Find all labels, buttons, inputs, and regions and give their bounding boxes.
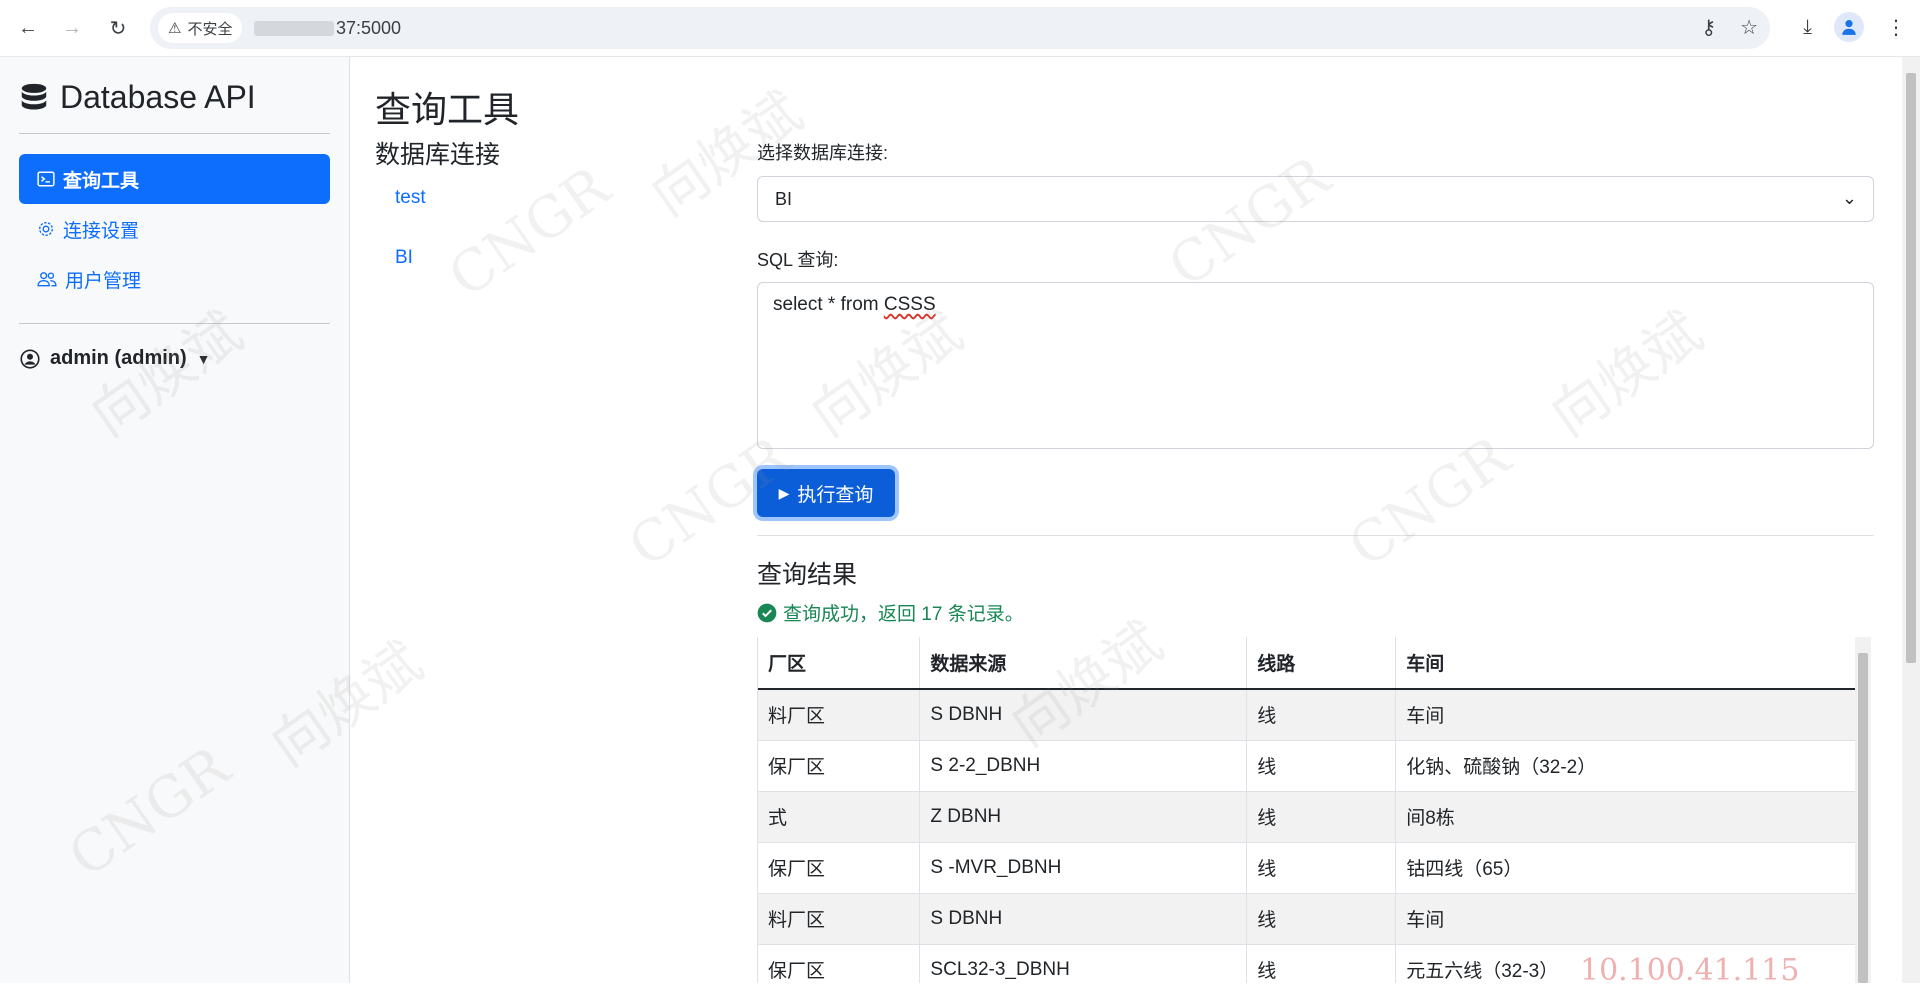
result-title: 查询结果 [757, 561, 858, 589]
table-row: 料厂区 S DBNH 线 车间 [758, 689, 1858, 741]
user-circle-icon [20, 348, 40, 369]
connection-link-test[interactable]: test [395, 187, 426, 209]
security-chip[interactable]: ⚠ 不安全 [158, 13, 243, 43]
page-title: 查询工具 [375, 89, 520, 130]
table-cell: 线 [1246, 893, 1397, 945]
table-header-row: 厂区 数据来源 线路 车间 [758, 637, 1858, 690]
terminal-icon [37, 171, 55, 187]
table-row: 保厂区 S -MVR_DBNH 线 钴四线（65） [758, 842, 1858, 894]
run-query-button[interactable]: ▶ 执行查询 [757, 469, 895, 517]
column-header[interactable]: 数据来源 [919, 637, 1248, 690]
connection-select[interactable]: BI ⌄ [757, 176, 1874, 222]
sql-table-name: CSSS [883, 294, 936, 315]
page-scrollbar[interactable] [1902, 57, 1920, 983]
user-name: admin (admin) [50, 347, 187, 369]
sidebar-item-label: 用户管理 [65, 270, 142, 292]
table-cell: 保厂区 [758, 842, 921, 894]
success-alert: 查询成功，返回 17 条记录。 [757, 599, 1024, 626]
download-icon[interactable]: ⤓ [1803, 16, 1812, 39]
table-row: 保厂区 S 2-2_DBNH 线 化钠、硫酸钠（32-2） [758, 740, 1858, 792]
reload-icon[interactable]: ↻ [104, 14, 132, 42]
chevron-down-icon: ⌄ [1841, 188, 1857, 208]
check-circle-icon [757, 603, 777, 622]
sidebar: Database API 查询工具 连接设置 用户管理 admin (admin… [0, 57, 350, 983]
connections-heading: 数据库连接 [375, 141, 501, 169]
table-cell: 线 [1246, 944, 1397, 983]
table-cell: S -MVR_DBNH [919, 842, 1248, 894]
table-cell: 料厂区 [758, 893, 921, 945]
column-header[interactable]: 车间 [1395, 637, 1858, 690]
person-icon [1842, 20, 1856, 35]
table-cell: 化钠、硫酸钠（32-2） [1395, 740, 1858, 792]
run-query-label: 执行查询 [797, 484, 874, 506]
table-cell: 车间 [1395, 689, 1858, 741]
table-cell: 料厂区 [758, 689, 921, 741]
play-icon: ▶ [778, 484, 790, 501]
success-text: 查询成功，返回 17 条记录。 [783, 604, 1024, 625]
user-menu[interactable]: admin (admin) ▼ [20, 347, 211, 370]
table-cell: S DBNH [919, 893, 1248, 945]
table-cell: 保厂区 [758, 740, 921, 792]
scrollbar-thumb[interactable] [1858, 653, 1868, 983]
table-cell: SCL32-3_DBNH [919, 944, 1248, 983]
table-cell: 保厂区 [758, 944, 921, 983]
scrollbar-thumb[interactable] [1906, 73, 1916, 663]
connection-link-bi[interactable]: BI [395, 247, 413, 269]
sidebar-item-query-tool[interactable]: 查询工具 [19, 154, 330, 204]
address-bar[interactable]: ⚠ 不安全 37:5000 ⚷ ☆ [150, 7, 1770, 49]
table-cell: 车间 [1395, 893, 1858, 945]
column-header[interactable]: 厂区 [758, 637, 921, 690]
table-cell: 钴四线（65） [1395, 842, 1858, 894]
divider [19, 323, 330, 324]
gear-icon [39, 222, 53, 236]
sql-label: SQL 查询: [757, 250, 839, 270]
table-cell: Z DBNH [919, 791, 1248, 843]
table-cell: 线 [1246, 791, 1397, 843]
caret-down-icon: ▼ [196, 350, 211, 367]
results-table[interactable]: 厂区 数据来源 线路 车间 料厂区 S DBNH 线 车间 保厂区 S 2-2_… [757, 637, 1874, 983]
connection-select-value: BI [775, 188, 793, 209]
star-icon[interactable]: ☆ [1740, 15, 1758, 40]
url-text: 37:5000 [336, 18, 402, 38]
divider [19, 133, 330, 134]
select-connection-label: 选择数据库连接: [757, 143, 889, 163]
menu-dots-icon[interactable]: ⋮ [1886, 15, 1906, 40]
forward-icon[interactable]: → [58, 14, 86, 42]
sidebar-item-label: 连接设置 [63, 220, 140, 242]
table-scrollbar[interactable] [1855, 637, 1871, 983]
browser-toolbar: ← → ↻ ⚠ 不安全 37:5000 ⚷ ☆ ⤓ ⋮ [0, 0, 1920, 57]
database-icon [21, 83, 47, 110]
sidebar-item-user-management[interactable]: 用户管理 [19, 254, 330, 304]
warning-icon: ⚠ [168, 20, 182, 37]
sql-text: select * from [773, 294, 884, 315]
url-redacted [254, 21, 334, 36]
table-cell: S 2-2_DBNH [919, 740, 1248, 792]
main-content: 查询工具 数据库连接 test BI 选择数据库连接: BI ⌄ SQL 查询:… [351, 57, 1901, 983]
key-icon[interactable]: ⚷ [1701, 15, 1716, 40]
table-cell: S DBNH [919, 689, 1248, 741]
people-icon [37, 272, 57, 287]
table-cell: 线 [1246, 689, 1397, 741]
security-label: 不安全 [187, 20, 233, 38]
profile-avatar[interactable] [1834, 12, 1864, 42]
table-cell: 线 [1246, 740, 1397, 792]
table-cell: 式 [758, 791, 921, 843]
sql-textarea[interactable]: select * from CSSS [757, 282, 1874, 449]
column-header[interactable]: 线路 [1246, 637, 1397, 690]
table-cell: 线 [1246, 842, 1397, 894]
table-cell: 间8栋 [1395, 791, 1858, 843]
table-row: 料厂区 S DBNH 线 车间 [758, 893, 1858, 945]
sidebar-item-label: 查询工具 [63, 170, 140, 192]
brand-title: Database API [60, 79, 256, 115]
table-row: 式 Z DBNH 线 间8栋 [758, 791, 1858, 843]
brand: Database API [20, 79, 256, 116]
back-icon[interactable]: ← [14, 14, 42, 42]
divider [757, 535, 1874, 536]
sidebar-item-connection-settings[interactable]: 连接设置 [19, 204, 330, 254]
